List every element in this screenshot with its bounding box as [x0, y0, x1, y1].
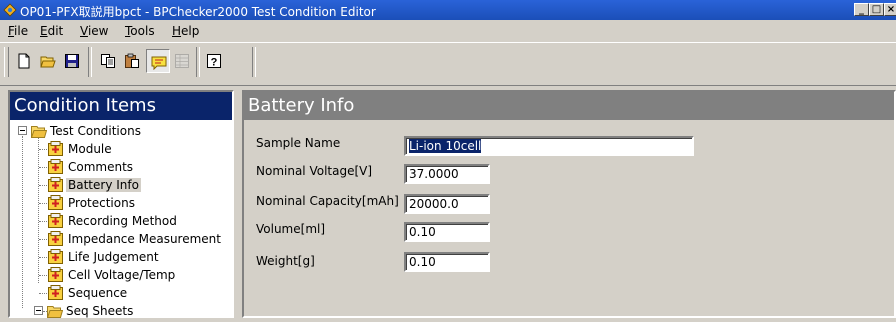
maximize-button[interactable]: □: [869, 3, 884, 16]
minimize-button[interactable]: _: [854, 3, 869, 16]
weight-label: Weight[g]: [256, 254, 315, 268]
condition-item-icon: [48, 249, 63, 264]
tree-item-protections[interactable]: Protections: [10, 194, 230, 212]
paste-icon: [125, 53, 139, 68]
volume-label: Volume[ml]: [256, 222, 326, 236]
tree-connector: [39, 185, 47, 187]
tree-label: Recording Method: [68, 214, 177, 228]
tree-label: Seq Sheets: [66, 304, 134, 318]
paste-button[interactable]: [120, 49, 144, 73]
toolbar-separator: [252, 47, 256, 77]
nominal-capacity-label: Nominal Capacity[mAh]: [256, 194, 399, 208]
tree-label: Comments: [68, 160, 134, 174]
tree-label: Test Conditions: [50, 124, 141, 138]
toolbar: ?: [0, 42, 896, 86]
window-title: OP01-PFX取説用bpct - BPChecker2000 Test Con…: [20, 5, 376, 19]
condition-item-icon: [48, 141, 63, 156]
menu-bar: File Edit View Tools Help: [0, 20, 896, 42]
volume-input[interactable]: 0.10: [404, 222, 490, 242]
condition-item-icon: [48, 213, 63, 228]
close-button[interactable]: ×: [884, 3, 896, 16]
tree-connector: [39, 275, 47, 277]
panel-splitter[interactable]: [236, 90, 241, 318]
tree-connector: [39, 293, 47, 295]
menu-tools[interactable]: Tools: [125, 24, 155, 38]
menu-file[interactable]: File: [8, 24, 28, 38]
tree-item-cell-voltage-temp[interactable]: Cell Voltage/Temp: [10, 266, 230, 284]
app-icon: [3, 3, 17, 17]
tree-item-recording-method[interactable]: Recording Method: [10, 212, 230, 230]
toolbar-grip[interactable]: [4, 47, 9, 77]
sheet-view-button[interactable]: [170, 49, 194, 73]
menu-help[interactable]: Help: [172, 24, 199, 38]
tree-item-battery-info[interactable]: Battery Info: [10, 176, 230, 194]
menu-edit[interactable]: Edit: [40, 24, 63, 38]
condition-tree[interactable]: Test Conditions Module Comments Battery …: [10, 122, 232, 322]
condition-view-icon: [151, 56, 167, 70]
help-button[interactable]: ?: [202, 49, 226, 73]
tree-connector: [39, 149, 47, 151]
nominal-voltage-label: Nominal Voltage[V]: [256, 164, 373, 178]
condition-item-icon: [48, 195, 63, 210]
open-button[interactable]: [36, 49, 60, 73]
new-file-icon: [18, 53, 30, 69]
tree-node-test-conditions[interactable]: Test Conditions: [10, 122, 230, 140]
condition-item-icon: [48, 267, 63, 282]
tree-connector: [39, 257, 47, 259]
tree-label: Sequence: [68, 286, 128, 300]
toolbar-separator: [196, 47, 200, 77]
condition-item-icon: [48, 231, 63, 246]
toolbar-separator: [88, 47, 92, 77]
open-folder-icon: [47, 306, 63, 318]
title-bar: OP01-PFX取説用bpct - BPChecker2000 Test Con…: [0, 0, 896, 20]
sample-name-label: Sample Name: [256, 136, 341, 150]
save-button[interactable]: [60, 49, 84, 73]
weight-input[interactable]: 0.10: [404, 252, 490, 272]
battery-info-header: Battery Info: [244, 92, 894, 120]
copy-button[interactable]: [96, 49, 120, 73]
menu-view[interactable]: View: [80, 24, 108, 38]
new-button[interactable]: [12, 49, 36, 73]
condition-items-panel: Condition Items Test Conditions Module C…: [8, 90, 234, 318]
condition-view-button[interactable]: [146, 49, 170, 73]
condition-item-icon: [48, 285, 63, 300]
tree-connector: [39, 221, 47, 223]
collapse-toggle-icon[interactable]: [18, 126, 27, 135]
tree-label-selected: Battery Info: [66, 178, 141, 192]
open-folder-icon: [31, 126, 47, 138]
sheet-view-icon: [175, 54, 189, 68]
condition-items-header: Condition Items: [10, 92, 232, 120]
tree-connector: [39, 239, 47, 241]
tree-item-module[interactable]: Module: [10, 140, 230, 158]
open-folder-icon: [40, 56, 56, 68]
tree-item-impedance-measurement[interactable]: Impedance Measurement: [10, 230, 230, 248]
nominal-voltage-input[interactable]: 37.0000: [404, 164, 490, 184]
tree-item-life-judgement[interactable]: Life Judgement: [10, 248, 230, 266]
nominal-capacity-input[interactable]: 20000.0: [404, 194, 490, 214]
copy-icon: [101, 54, 115, 68]
tree-label: Cell Voltage/Temp: [68, 268, 176, 282]
condition-item-icon: [48, 177, 63, 192]
svg-text:?: ?: [211, 57, 218, 69]
save-disk-icon: [65, 54, 79, 68]
battery-info-panel: Battery Info Sample Name Li-ion 10cell N…: [242, 90, 896, 318]
tree-item-sequence[interactable]: Sequence: [10, 284, 230, 302]
tree-label: Module: [68, 142, 112, 156]
tree-label: Life Judgement: [68, 250, 159, 264]
tree-node-seq-sheets[interactable]: Seq Sheets: [10, 302, 230, 320]
collapse-toggle-icon[interactable]: [34, 306, 43, 315]
sample-name-input[interactable]: Li-ion 10cell: [404, 136, 694, 156]
tree-connector: [39, 167, 47, 169]
tree-label: Protections: [68, 196, 135, 210]
help-icon: ?: [207, 54, 221, 69]
condition-item-icon: [48, 159, 63, 174]
tree-item-comments[interactable]: Comments: [10, 158, 230, 176]
tree-label: Impedance Measurement: [68, 232, 221, 246]
tree-connector: [39, 203, 47, 205]
